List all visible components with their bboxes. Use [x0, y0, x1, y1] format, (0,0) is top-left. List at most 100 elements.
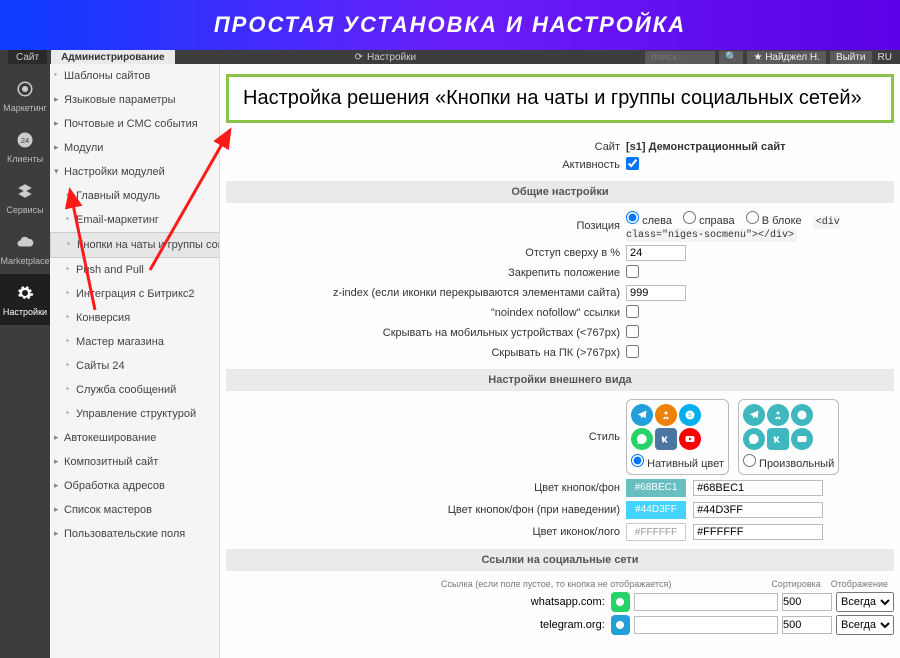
- ok-icon: [767, 404, 789, 426]
- lbl-hidemobile: Скрывать на мобильных устройствах (<767p…: [226, 327, 626, 339]
- skype-icon: S: [679, 404, 701, 426]
- inp-btnbghover[interactable]: [693, 502, 823, 518]
- tree-item[interactable]: Email-маркетинг: [50, 208, 219, 232]
- col-display: Отображение: [831, 579, 888, 589]
- lang-switch[interactable]: RU: [878, 52, 892, 63]
- link-label: whatsapp.com:: [226, 596, 611, 608]
- radio-left[interactable]: слева: [626, 215, 672, 227]
- tree-item[interactable]: Модули: [50, 136, 219, 160]
- radio-native[interactable]: [631, 454, 644, 467]
- tree-item[interactable]: Обработка адресов: [50, 474, 219, 498]
- svg-text:24: 24: [21, 136, 29, 145]
- lbl-hidepc: Скрывать на ПК (>767px): [226, 347, 626, 359]
- rail-clients[interactable]: 24 Клиенты: [0, 121, 50, 172]
- lbl-fix: Закрепить положение: [226, 267, 626, 279]
- logout-button[interactable]: Выйти: [830, 51, 872, 64]
- cloud-icon: [14, 231, 36, 253]
- tree-item[interactable]: Кнопки на чаты и группы социальных сетей: [50, 232, 220, 258]
- tree-item[interactable]: Композитный сайт: [50, 450, 219, 474]
- left-rail: Маркетинг 24 Клиенты Сервисы Marketplace…: [0, 64, 50, 658]
- link-url-input[interactable]: [634, 593, 778, 611]
- link-sort-input[interactable]: [782, 593, 832, 611]
- content-area: Настройка решения «Кнопки на чаты и груп…: [220, 64, 900, 658]
- tree-item[interactable]: Почтовые и СМС события: [50, 112, 219, 136]
- link-chip-icon: [611, 592, 630, 612]
- tree-item[interactable]: Главный модуль: [50, 184, 219, 208]
- page-title: Настройка решения «Кнопки на чаты и груп…: [226, 74, 894, 123]
- tree-item[interactable]: Автокеширование: [50, 426, 219, 450]
- radio-custom[interactable]: [743, 454, 756, 467]
- chk-hidemobile[interactable]: [626, 325, 639, 338]
- clients-icon: 24: [14, 129, 36, 151]
- tree-item[interactable]: Служба сообщений: [50, 378, 219, 402]
- ok-icon: [655, 404, 677, 426]
- tree-item[interactable]: Пользовательские поля: [50, 522, 219, 546]
- topnav-site[interactable]: Сайт: [8, 50, 47, 65]
- lbl-btnbg: Цвет кнопок/фон: [226, 482, 626, 494]
- rail-settings[interactable]: Настройки: [0, 274, 50, 325]
- tree-item[interactable]: Мастер магазина: [50, 330, 219, 354]
- youtube-icon: [679, 428, 701, 450]
- section-look: Настройки внешнего вида: [226, 369, 894, 391]
- lbl-offset: Отступ сверху в %: [226, 247, 626, 259]
- chk-nofollow[interactable]: [626, 305, 639, 318]
- lbl-zindex: z-index (если иконки перекрываются элеме…: [226, 287, 626, 299]
- sidebar-tree: Шаблоны сайтовЯзыковые параметрыПочтовые…: [50, 64, 220, 658]
- lbl-nofollow: "noindex nofollow" ссылки: [226, 307, 626, 319]
- lbl-btnbghover: Цвет кнопок/фон (при наведении): [226, 504, 626, 516]
- tree-item[interactable]: Интеграция с Битрикс2: [50, 282, 219, 306]
- lbl-iconcolor: Цвет иконок/лого: [226, 526, 626, 538]
- topnav-admin[interactable]: Администрирование: [51, 50, 175, 65]
- lbl-site: Сайт: [226, 141, 626, 153]
- youtube-icon: [791, 428, 813, 450]
- topbar: Сайт Администрирование ⟳ Настройки 🔍 ★ Н…: [0, 50, 900, 64]
- link-sort-input[interactable]: [782, 616, 832, 634]
- inp-zindex[interactable]: [626, 285, 686, 301]
- tree-item[interactable]: Управление структурой: [50, 402, 219, 426]
- whatsapp-icon: [743, 428, 765, 450]
- gear-icon: [14, 282, 36, 304]
- link-display-select[interactable]: Всегда: [836, 592, 894, 612]
- section-links: Ссылки на социальные сети: [226, 549, 894, 571]
- inp-offset[interactable]: [626, 245, 686, 261]
- chk-hidepc[interactable]: [626, 345, 639, 358]
- swatch-iconcolor[interactable]: #FFFFFF: [626, 523, 686, 541]
- tree-item[interactable]: Сайты 24: [50, 354, 219, 378]
- whatsapp-icon: [631, 428, 653, 450]
- search-go-icon[interactable]: 🔍: [719, 51, 743, 64]
- vk-icon: [767, 428, 789, 450]
- style-custom-box[interactable]: Произвольный: [738, 399, 839, 475]
- link-chip-icon: [611, 615, 630, 635]
- lbl-style: Стиль: [226, 431, 626, 443]
- tree-item[interactable]: Шаблоны сайтов: [50, 64, 219, 88]
- tree-item[interactable]: Конверсия: [50, 306, 219, 330]
- style-native-box[interactable]: S Нативный цвет: [626, 399, 729, 475]
- rail-marketplace[interactable]: Marketplace: [0, 223, 50, 274]
- swatch-btnbg[interactable]: #68BEC1: [626, 479, 686, 497]
- target-icon: [14, 78, 36, 100]
- tree-item[interactable]: Push and Pull: [50, 258, 219, 282]
- layers-icon: [14, 180, 36, 202]
- chk-fix[interactable]: [626, 265, 639, 278]
- inp-iconcolor[interactable]: [693, 524, 823, 540]
- telegram-icon: [631, 404, 653, 426]
- link-display-select[interactable]: Всегда: [836, 615, 894, 635]
- tree-item[interactable]: Настройки модулей: [50, 160, 219, 184]
- radio-block[interactable]: В блоке: [746, 215, 802, 227]
- search-input[interactable]: [645, 51, 715, 64]
- wizard-button[interactable]: ★ Найджел Н.: [747, 51, 826, 64]
- telegram-icon: [743, 404, 765, 426]
- link-url-input[interactable]: [634, 616, 778, 634]
- rail-services[interactable]: Сервисы: [0, 172, 50, 223]
- rail-marketing[interactable]: Маркетинг: [0, 70, 50, 121]
- breadcrumb[interactable]: Настройки: [367, 52, 416, 63]
- breadcrumb-refresh-icon[interactable]: ⟳: [355, 52, 363, 63]
- swatch-btnbghover[interactable]: #44D3FF: [626, 501, 686, 519]
- lbl-active: Активность: [226, 159, 626, 171]
- tree-item[interactable]: Языковые параметры: [50, 88, 219, 112]
- inp-btnbg[interactable]: [693, 480, 823, 496]
- chk-active[interactable]: [626, 157, 639, 170]
- tree-item[interactable]: Список мастеров: [50, 498, 219, 522]
- link-label: telegram.org:: [226, 619, 611, 631]
- radio-right[interactable]: справа: [683, 215, 735, 227]
